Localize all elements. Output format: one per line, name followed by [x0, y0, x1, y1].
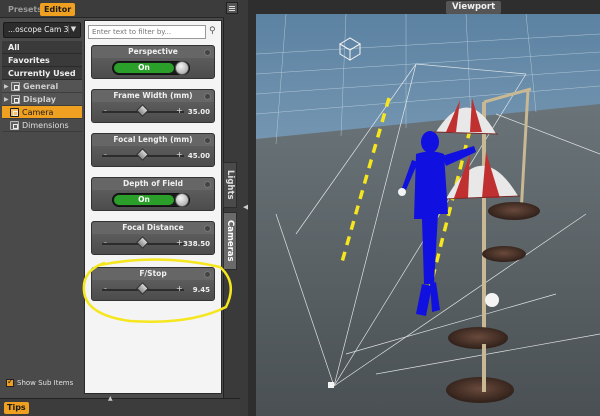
pane-tabs: Presets Editor [0, 0, 224, 18]
left-panel: Presets Editor ...oscope Cam 3 ▼ All Fav… [0, 0, 224, 416]
node-selector-label: ...oscope Cam 3 [8, 25, 69, 34]
node-box-icon [10, 107, 19, 117]
toggle-knob[interactable] [175, 193, 189, 207]
show-sub-items-label: Show Sub Items [17, 379, 74, 387]
side-tabs: Lights Cameras [223, 130, 237, 270]
frame-width-label: Frame Width (mm) [92, 90, 214, 102]
chevron-down-icon[interactable]: ▼ [68, 25, 78, 33]
frame-width-value: 35.00 [187, 108, 210, 116]
category-all[interactable]: All [2, 41, 82, 54]
camera-origin [328, 382, 334, 388]
focal-length-property: Focal Length (mm) - + 45.00 [91, 133, 215, 167]
disc [446, 377, 514, 403]
property-panel: ⚲ Perspective On Frame Width (mm) - + 35… [84, 20, 222, 394]
toggle-knob[interactable] [175, 61, 189, 75]
increment-icon[interactable]: + [176, 238, 183, 247]
category-general[interactable]: ▶ General [2, 80, 82, 93]
viewport: Viewport [248, 0, 600, 416]
disc [488, 202, 540, 220]
category-general-label: General [23, 81, 59, 91]
fstop-label: F/Stop [92, 268, 214, 280]
category-display-label: Display [23, 94, 56, 104]
increment-icon[interactable]: + [176, 150, 183, 159]
focal-distance-value: 338.50 [182, 240, 210, 248]
category-list: All Favorites Currently Used ▶ General ▶… [2, 41, 82, 132]
category-currently-used[interactable]: Currently Used [2, 67, 82, 80]
collapse-arrow-icon[interactable]: ▲ [108, 395, 113, 402]
expand-triangle-icon[interactable]: ▶ [4, 93, 11, 106]
category-dimensions-label: Dimensions [22, 120, 69, 130]
disc [482, 246, 526, 262]
perspective-property: Perspective On [91, 45, 215, 79]
category-favorites[interactable]: Favorites [2, 54, 82, 67]
focal-distance-property: Focal Distance - + 338.50 [91, 221, 215, 255]
depth-of-field-state: On [114, 195, 174, 205]
depth-of-field-label: Depth of Field [92, 178, 214, 190]
panel-menu-icon[interactable] [226, 2, 238, 14]
node-box-icon [10, 120, 19, 130]
tab-cameras[interactable]: Cameras [223, 212, 237, 270]
ball [398, 188, 406, 196]
focal-length-label: Focal Length (mm) [92, 134, 214, 146]
focal-length-value: 45.00 [187, 152, 210, 160]
perspective-toggle[interactable]: On [112, 61, 190, 75]
category-camera[interactable]: Camera [2, 106, 82, 119]
category-display[interactable]: ▶ Display [2, 93, 82, 106]
filter-input[interactable] [88, 25, 206, 39]
viewport-scene[interactable] [256, 14, 600, 416]
category-camera-label: Camera [22, 107, 54, 117]
focal-distance-label: Focal Distance [92, 222, 214, 234]
depth-of-field-property: Depth of Field On [91, 177, 215, 211]
slider-knob[interactable] [136, 104, 149, 117]
node-box-icon [11, 81, 20, 91]
expand-triangle-icon[interactable]: ▶ [4, 80, 11, 93]
perspective-state: On [114, 63, 174, 73]
disc [448, 327, 508, 349]
slider-knob[interactable] [136, 282, 149, 295]
perspective-label: Perspective [92, 46, 214, 58]
ball [485, 293, 499, 307]
fstop-property: F/Stop - + 9.45 [91, 267, 215, 301]
depth-of-field-toggle[interactable]: On [112, 193, 190, 207]
increment-icon[interactable]: + [176, 106, 183, 115]
search-icon[interactable]: ⚲ [209, 26, 216, 36]
slider-knob[interactable] [136, 148, 149, 161]
checkbox-icon[interactable] [6, 377, 14, 387]
tips-tab[interactable]: Tips [4, 402, 29, 414]
fstop-value: 9.45 [192, 286, 210, 294]
tab-lights[interactable]: Lights [223, 162, 237, 208]
frame-width-property: Frame Width (mm) - + 35.00 [91, 89, 215, 123]
category-dimensions[interactable]: Dimensions [2, 119, 82, 132]
tab-editor[interactable]: Editor [40, 3, 76, 16]
slider-knob[interactable] [136, 236, 149, 249]
node-box-icon [11, 94, 20, 104]
increment-icon[interactable]: + [176, 284, 183, 293]
viewport-title[interactable]: Viewport [446, 1, 502, 14]
bottom-bar: ▲ Tips [0, 395, 240, 416]
node-selector[interactable]: ...oscope Cam 3 ▼ [3, 22, 81, 38]
show-sub-items-option[interactable]: Show Sub Items [6, 377, 74, 387]
